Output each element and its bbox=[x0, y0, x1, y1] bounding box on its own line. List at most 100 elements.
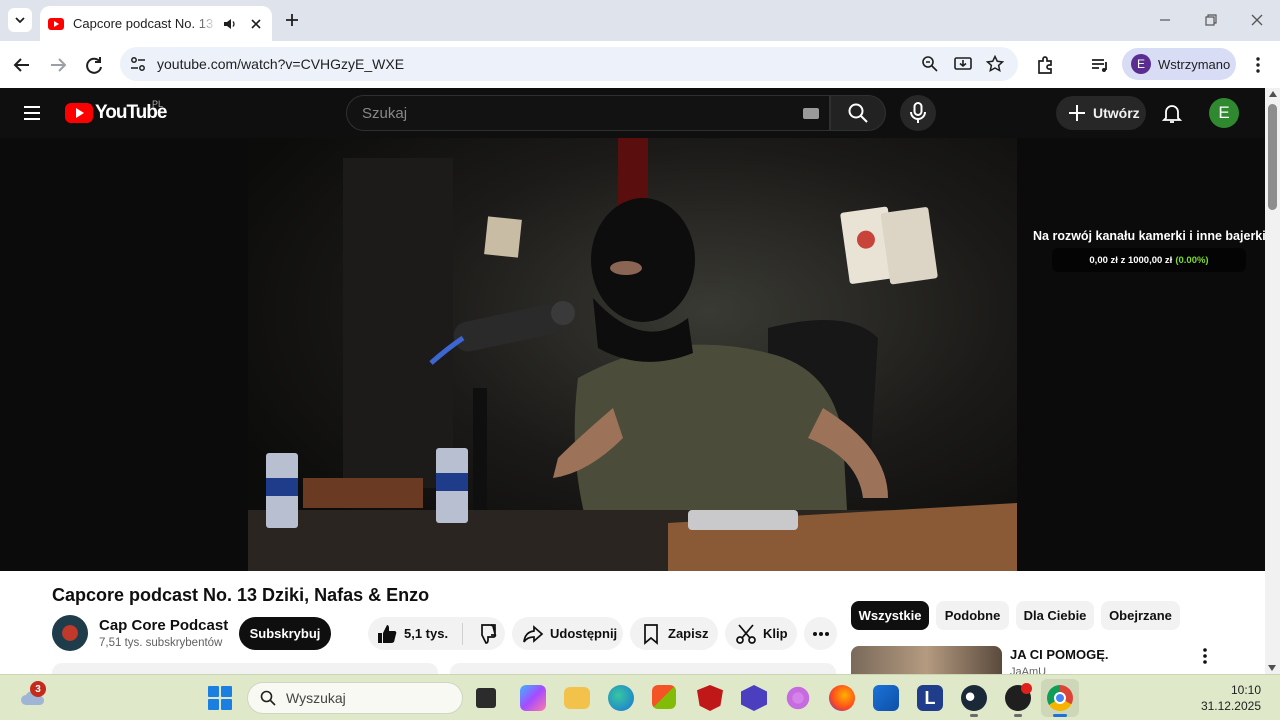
voice-search-button[interactable] bbox=[900, 95, 936, 131]
like-dislike-group: 5,1 tys. bbox=[368, 617, 505, 650]
donation-goal-bar: 0,00 zł z 1000,00 zł (0.00%) bbox=[1052, 248, 1246, 272]
notifications-bell-icon[interactable] bbox=[1160, 101, 1184, 125]
microsoft-store-icon[interactable] bbox=[652, 685, 676, 709]
youtube-search-button[interactable] bbox=[830, 95, 886, 131]
task-view-icon[interactable] bbox=[476, 688, 496, 708]
share-label: Udostępnij bbox=[550, 626, 618, 641]
scroll-down-arrow-icon[interactable] bbox=[1268, 665, 1276, 671]
video-player[interactable]: Na rozwój kanału kamerki i inne bajerki … bbox=[0, 138, 1265, 571]
restore-icon[interactable] bbox=[1201, 10, 1221, 30]
weather-badge: 3 bbox=[30, 681, 46, 697]
search-icon bbox=[260, 690, 276, 706]
recommended-video-thumbnail[interactable] bbox=[851, 646, 1002, 674]
minimize-icon[interactable] bbox=[1155, 10, 1175, 30]
bookmark-star-icon[interactable] bbox=[985, 54, 1005, 74]
save-button[interactable]: Zapisz bbox=[630, 617, 718, 650]
clip-button[interactable]: Klip bbox=[725, 617, 797, 650]
channel-subscriber-count: 7,51 tys. subskrybentów bbox=[99, 637, 223, 649]
url-text: youtube.com/watch?v=CVHGzyE_WXE bbox=[157, 56, 405, 72]
country-code: PL bbox=[152, 99, 164, 109]
steam-running-indicator bbox=[970, 714, 978, 717]
goal-percent: (0.00%) bbox=[1175, 254, 1209, 266]
like-button[interactable]: 5,1 tys. bbox=[368, 622, 464, 645]
subscribe-button[interactable]: Subskrybuj bbox=[239, 617, 331, 650]
youtube-search-input[interactable]: Szukaj bbox=[346, 95, 830, 131]
channel-name[interactable]: Cap Core Podcast bbox=[99, 617, 228, 634]
taskbar-search-placeholder: Wyszukaj bbox=[286, 690, 346, 706]
like-count: 5,1 tys. bbox=[404, 626, 449, 641]
speaker-icon[interactable] bbox=[222, 16, 238, 32]
scroll-up-arrow-icon[interactable] bbox=[1269, 91, 1277, 97]
forward-arrow-icon[interactable] bbox=[46, 53, 70, 77]
youtube-header: YouTube PL Szukaj Utwórz E bbox=[0, 88, 1265, 138]
edge-browser-icon[interactable] bbox=[608, 685, 634, 711]
more-horizontal-icon bbox=[812, 631, 829, 636]
bookmark-icon bbox=[644, 623, 658, 645]
back-arrow-icon[interactable] bbox=[10, 53, 34, 77]
goal-current: 0,00 zł bbox=[1089, 254, 1118, 266]
copilot-icon[interactable] bbox=[520, 685, 546, 711]
firefox-icon[interactable] bbox=[829, 685, 855, 711]
browser-tab-bar: Capcore podcast No. 13 Dziki, Nafas & En… bbox=[0, 0, 1280, 41]
browser-tab-youtube[interactable]: Capcore podcast No. 13 Dziki, Nafas & En… bbox=[40, 6, 272, 41]
hamburger-menu-icon[interactable] bbox=[22, 103, 42, 123]
page-scrollbar[interactable] bbox=[1265, 88, 1280, 674]
address-bar[interactable]: youtube.com/watch?v=CVHGzyE_WXE bbox=[120, 47, 1018, 81]
media-control-icon[interactable] bbox=[1088, 53, 1112, 77]
save-label: Zapisz bbox=[668, 626, 709, 641]
video-scene bbox=[248, 138, 1017, 571]
obs-recording-dot bbox=[1021, 683, 1032, 694]
chip-for-you[interactable]: Dla Ciebie bbox=[1016, 601, 1094, 630]
taskbar-search-input[interactable]: Wyszukaj bbox=[247, 682, 463, 714]
new-tab-plus-icon[interactable] bbox=[282, 10, 302, 30]
reload-icon[interactable] bbox=[82, 53, 106, 77]
start-button-windows-icon[interactable] bbox=[208, 686, 232, 710]
profile-button[interactable]: E Wstrzymano bbox=[1122, 48, 1236, 80]
browser-toolbar: youtube.com/watch?v=CVHGzyE_WXE E Wstrzy… bbox=[0, 41, 1280, 88]
chip-related[interactable]: Podobne bbox=[936, 601, 1009, 630]
l-app-icon[interactable]: L bbox=[917, 685, 943, 711]
recommended-video-channel[interactable]: JaAmU bbox=[1010, 666, 1046, 674]
video-title: Capcore podcast No. 13 Dziki, Nafas & En… bbox=[52, 585, 430, 605]
keyboard-icon[interactable] bbox=[803, 108, 819, 119]
chip-watched[interactable]: Obejrzane bbox=[1101, 601, 1180, 630]
tab-search-button[interactable] bbox=[8, 8, 32, 32]
plus-icon bbox=[1069, 105, 1085, 121]
search-placeholder: Szukaj bbox=[362, 105, 408, 122]
thumbs-up-icon bbox=[378, 624, 397, 643]
file-explorer-icon[interactable] bbox=[564, 687, 590, 709]
zoom-icon[interactable] bbox=[920, 54, 940, 74]
close-window-icon[interactable] bbox=[1247, 10, 1267, 30]
microphone-icon bbox=[910, 102, 926, 123]
dislike-button[interactable] bbox=[463, 623, 497, 645]
outlook-icon[interactable] bbox=[873, 685, 899, 711]
security-app-icon[interactable] bbox=[741, 685, 767, 711]
share-button[interactable]: Udostępnij bbox=[512, 617, 623, 650]
more-vertical-icon[interactable] bbox=[1196, 647, 1214, 665]
mcafee-icon[interactable] bbox=[697, 685, 723, 711]
chevron-down-icon bbox=[15, 17, 25, 24]
system-clock[interactable]: 10:10 31.12.2025 bbox=[1201, 682, 1261, 714]
close-tab-icon[interactable] bbox=[248, 16, 264, 32]
react-devtools-icon[interactable] bbox=[785, 685, 811, 711]
scroll-thumb[interactable] bbox=[1268, 104, 1277, 210]
create-button[interactable]: Utwórz bbox=[1056, 96, 1146, 130]
install-app-icon[interactable] bbox=[953, 54, 973, 74]
goal-target: 1000,00 zł bbox=[1127, 254, 1173, 266]
chrome-icon-center bbox=[1054, 692, 1066, 704]
extensions-puzzle-icon[interactable] bbox=[1034, 53, 1058, 77]
scissors-icon bbox=[736, 623, 756, 644]
video-frame[interactable] bbox=[248, 138, 1017, 571]
youtube-account-avatar[interactable]: E bbox=[1209, 98, 1239, 128]
channel-avatar[interactable] bbox=[52, 615, 88, 651]
browser-menu-icon[interactable] bbox=[1246, 53, 1270, 77]
search-icon bbox=[848, 103, 868, 123]
recommended-video-title[interactable]: JA CI POMOGĘ. bbox=[1010, 647, 1108, 662]
create-label: Utwórz bbox=[1093, 105, 1140, 121]
steam-icon[interactable] bbox=[961, 685, 987, 711]
chip-all[interactable]: Wszystkie bbox=[851, 601, 929, 630]
site-settings-icon[interactable] bbox=[128, 54, 148, 74]
donation-goal-title: Na rozwój kanału kamerki i inne bajerki bbox=[1033, 229, 1265, 243]
windows-taskbar: 3 Wyszukaj L 10:10 31.12.2025 bbox=[0, 674, 1280, 720]
more-actions-button[interactable] bbox=[804, 617, 837, 650]
